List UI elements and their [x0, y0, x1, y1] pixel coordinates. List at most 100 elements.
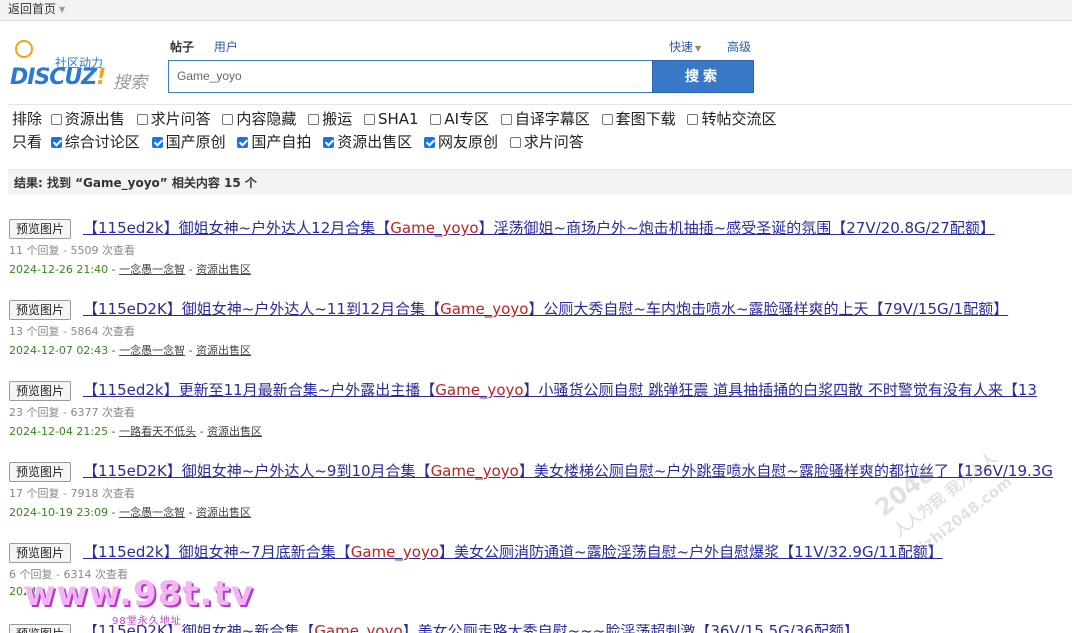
quick-search-dropdown[interactable]: 快速 ▼	[669, 38, 701, 55]
chevron-down-icon: ▼	[59, 4, 66, 14]
checkbox[interactable]	[509, 137, 521, 148]
title-text: 【115eD2K】御姐女神~户外达人~9到10月合集【	[83, 462, 431, 480]
exclude-option[interactable]: SHA1	[363, 108, 419, 130]
back-home-link[interactable]: 返回首页 ▼	[8, 0, 65, 19]
exclude-option-label: 转帖交流区	[701, 110, 777, 128]
lightbulb-logo-icon	[15, 40, 33, 58]
only-option[interactable]: 资源出售区	[323, 131, 412, 153]
advanced-search-link[interactable]: 高级	[727, 38, 751, 55]
top-nav-bar: 返回首页 ▼	[0, 0, 1072, 21]
exclude-option[interactable]: 自译字幕区	[500, 108, 590, 130]
only-option-label: 网友原创	[437, 133, 498, 151]
author-link[interactable]: 一念愚一念智	[119, 344, 185, 357]
title-text: 【115eD2K】御姐女神~户外达人~11到12月合集【	[83, 300, 441, 318]
exclude-label: 排除	[12, 110, 43, 128]
checkbox[interactable]	[500, 114, 512, 125]
reply-view-count: 11 个回复 - 5509 次查看	[9, 244, 135, 257]
result-item: 预览图片 【115eD2K】御姐女神~户外达人~11到12月合集【Game_yo…	[9, 300, 1072, 370]
preview-image-button[interactable]: 预览图片	[9, 462, 71, 482]
checkbox[interactable]	[430, 114, 442, 125]
checkbox[interactable]	[363, 114, 375, 125]
search-input[interactable]: Game_yoyo	[168, 60, 652, 93]
exclude-option[interactable]: 转帖交流区	[687, 108, 776, 130]
forum-link[interactable]: 资源出售区	[207, 425, 262, 438]
checkbox-checked[interactable]	[50, 137, 62, 148]
watermark-98t-sub: 98堂永久地址	[112, 616, 182, 627]
result-title-link[interactable]: 【115ed2k】更新至11月最新合集~户外露出主播【Game_yoyo】小骚货…	[83, 381, 1037, 400]
search-type-tabs: 帖子 用户	[170, 38, 254, 55]
title-text: 】美女公厕走路大秀自慰~~~脸淫荡超刺激【36V/15.5G/36配额】	[402, 624, 859, 633]
preview-image-button[interactable]: 预览图片	[9, 300, 71, 320]
title-text: 】公厕大秀自慰~车内炮击喷水~露脸骚样爽的上天【79V/15G/1配额】	[528, 300, 1009, 318]
logo-brand-text: DISCUZ	[10, 65, 97, 90]
author-link[interactable]: 一念愚一念智	[119, 263, 185, 276]
forum-link[interactable]: 资源出售区	[196, 344, 251, 357]
only-filter-row: 只看 综合讨论区 国产原创 国产自拍 资源出售区 网友原创 求片问答	[12, 131, 591, 153]
checkbox-checked[interactable]	[423, 137, 435, 148]
checkbox[interactable]	[136, 114, 148, 125]
result-item: 预览图片 【115ed2k】御姐女神~户外达人12月合集【Game_yoyo】淫…	[9, 219, 1072, 289]
back-home-label: 返回首页	[8, 2, 57, 16]
only-option[interactable]: 国产自拍	[237, 131, 311, 153]
quick-search-label: 快速	[669, 40, 694, 54]
forum-filters: 排除 资源出售 求片问答 内容隐藏 搬运 SHA1 AI专区 自译字幕区 套图下…	[8, 104, 1072, 155]
chevron-down-icon: ▼	[695, 44, 702, 53]
result-item: 预览图片 【115ed2k】更新至11月最新合集~户外露出主播【Game_yoy…	[9, 381, 1072, 451]
discuz-search-logo[interactable]: 社区动力 DISCUZ! 搜索	[10, 36, 150, 93]
checkbox-checked[interactable]	[237, 137, 249, 148]
exclude-option-label: 套图下载	[615, 110, 676, 128]
post-info: 2024-12-04 21:25 - 一路看天不低头 - 资源出售区	[9, 425, 263, 438]
title-text: 】美女公厕消防通道~露脸淫荡自慰~户外自慰爆浆【11V/32.9G/11配额】	[439, 543, 943, 561]
exclude-option[interactable]: 内容隐藏	[222, 108, 296, 130]
post-date: 2024-12-07 02:43	[9, 344, 109, 357]
author-link[interactable]: 一念愚一念智	[119, 506, 185, 519]
checkbox[interactable]	[687, 114, 699, 125]
title-text: 】淫荡御姐~商场户外~炮击机抽插~感受圣诞的氛围【27V/20.8G/27配额】	[478, 219, 995, 237]
title-keyword: Game_yoyo	[350, 543, 439, 561]
only-option[interactable]: 综合讨论区	[50, 131, 140, 153]
title-text: 】小骚货公厕自慰 跳弹狂震 道具抽插捅的白浆四散 不时警觉有没有人来【13	[523, 381, 1037, 399]
exclude-option-label: SHA1	[377, 110, 419, 128]
title-keyword: Game_yoyo	[314, 624, 403, 633]
forum-link[interactable]: 资源出售区	[196, 263, 251, 276]
checkbox[interactable]	[308, 114, 320, 125]
author-link[interactable]: 一路看天不低头	[119, 425, 196, 438]
logo-brand: DISCUZ!	[10, 65, 106, 90]
only-option-label: 国产原创	[165, 133, 226, 151]
exclude-option-label: AI专区	[444, 110, 490, 128]
result-title-link[interactable]: 【115ed2k】御姐女神~户外达人12月合集【Game_yoyo】淫荡御姐~商…	[83, 219, 995, 238]
search-button[interactable]: 搜索	[652, 60, 754, 93]
result-title-link[interactable]: 【115ed2k】御姐女神~7月底新合集【Game_yoyo】美女公厕消防通道~…	[83, 543, 943, 562]
only-option[interactable]: 网友原创	[423, 131, 498, 153]
only-option-label: 综合讨论区	[64, 133, 140, 151]
tab-posts[interactable]: 帖子	[170, 40, 194, 54]
preview-image-button[interactable]: 预览图片	[9, 543, 71, 563]
preview-image-button[interactable]: 预览图片	[9, 381, 71, 401]
exclude-option[interactable]: 求片问答	[136, 108, 211, 130]
result-title-link[interactable]: 【115eD2K】御姐女神~新合集【Game_yoyo】美女公厕走路大秀自慰~~…	[83, 624, 859, 633]
title-keyword: Game_yoyo	[430, 462, 519, 480]
exclude-option[interactable]: AI专区	[430, 108, 489, 130]
post-date: 2024-12-26 21:40	[9, 263, 109, 276]
exclude-option[interactable]: 套图下载	[601, 108, 676, 130]
forum-link[interactable]: 资源出售区	[196, 506, 251, 519]
checkbox[interactable]	[222, 114, 234, 125]
checkbox-checked[interactable]	[323, 137, 335, 148]
title-keyword: Game_yoyo	[435, 381, 524, 399]
logo-search-text: 搜索	[113, 73, 147, 93]
only-option[interactable]: 国产原创	[151, 131, 226, 153]
exclude-option[interactable]: 搬运	[308, 108, 352, 130]
tab-users[interactable]: 用户	[214, 40, 238, 54]
checkbox[interactable]	[50, 114, 62, 125]
logo-brand-bang: !	[96, 65, 106, 90]
post-info: 2024-10-19 23:09 - 一念愚一念智 - 资源出售区	[9, 506, 252, 519]
preview-image-button[interactable]: 预览图片	[9, 219, 71, 239]
checkbox-checked[interactable]	[151, 137, 163, 148]
reply-view-count: 17 个回复 - 7918 次查看	[9, 487, 135, 500]
exclude-option-label: 搬运	[322, 110, 353, 128]
preview-image-button[interactable]: 预览图片	[9, 624, 71, 633]
result-title-link[interactable]: 【115eD2K】御姐女神~户外达人~11到12月合集【Game_yoyo】公厕…	[83, 300, 1008, 319]
exclude-option[interactable]: 资源出售	[50, 108, 125, 130]
checkbox[interactable]	[601, 114, 613, 125]
only-option[interactable]: 求片问答	[509, 131, 584, 153]
